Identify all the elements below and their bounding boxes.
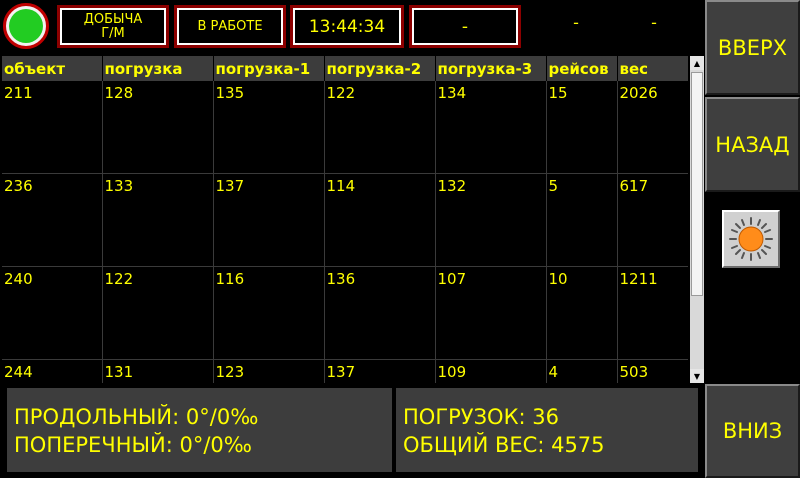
transverse-tilt: ПОПЕРЕЧНЫЙ: 0°/0‰ xyxy=(14,433,252,457)
table-cell: 15 xyxy=(546,81,618,174)
column-header[interactable]: рейсов xyxy=(546,56,618,81)
table-cell: 10 xyxy=(546,266,618,360)
table-cell: 244 xyxy=(2,359,103,383)
column-header[interactable]: погрузка-1 xyxy=(213,56,325,81)
status-dash-1: - xyxy=(573,13,579,32)
table-row[interactable]: 211 128 135 122 134 15 2026 xyxy=(2,81,688,174)
table-cell: 5 xyxy=(546,173,618,267)
scroll-down-arrow-icon[interactable]: ▼ xyxy=(690,369,704,383)
table-cell: 122 xyxy=(102,266,214,360)
clock-display: 13:44:34 xyxy=(308,16,386,37)
back-button-label: НАЗАД xyxy=(715,132,790,157)
table-row[interactable]: 236 133 137 114 132 5 617 xyxy=(2,173,688,267)
table-cell: 240 xyxy=(2,266,103,360)
column-header[interactable]: погрузка-2 xyxy=(324,56,436,81)
total-weight: ОБЩИЙ ВЕС: 4575 xyxy=(403,433,605,457)
status-dash-2: - xyxy=(651,13,657,32)
mode-box[interactable]: ДОБЫЧА Г/М xyxy=(57,5,169,48)
inclination-panel: ПРОДОЛЬНЫЙ: 0°/0‰ ПОПЕРЕЧНЫЙ: 0°/0‰ xyxy=(7,388,392,472)
status-indicator xyxy=(3,3,49,49)
scroll-up-arrow-icon[interactable]: ▲ xyxy=(690,56,704,70)
up-button-label: ВВЕРХ xyxy=(717,35,788,60)
table-cell: 503 xyxy=(617,359,688,383)
table-cell: 114 xyxy=(324,173,436,267)
table-cell: 109 xyxy=(435,359,547,383)
longitudinal-tilt: ПРОДОЛЬНЫЙ: 0°/0‰ xyxy=(14,405,259,429)
column-header[interactable]: погрузка xyxy=(102,56,214,81)
data-table: объект погрузка погрузка-1 погрузка-2 по… xyxy=(2,56,688,383)
mode-label: ДОБЫЧА Г/М xyxy=(83,11,143,41)
table-cell: 131 xyxy=(102,359,214,383)
table-cell: 116 xyxy=(213,266,325,360)
state-label: В РАБОТЕ xyxy=(197,18,263,34)
state-box[interactable]: В РАБОТЕ xyxy=(174,5,286,48)
table-cell: 2026 xyxy=(617,81,688,174)
down-button-label: ВНИЗ xyxy=(722,419,783,443)
table-cell: 617 xyxy=(617,173,688,267)
down-button[interactable]: ВНИЗ xyxy=(705,384,800,478)
table-cell: 137 xyxy=(324,359,436,383)
column-header[interactable]: погрузка-3 xyxy=(435,56,547,81)
table-cell: 107 xyxy=(435,266,547,360)
column-header[interactable]: вес xyxy=(617,56,688,81)
up-button[interactable]: ВВЕРХ xyxy=(705,0,800,95)
value-box: - xyxy=(409,5,521,48)
table-cell: 123 xyxy=(213,359,325,383)
column-header[interactable]: объект xyxy=(2,56,103,81)
table-cell: 135 xyxy=(213,81,325,174)
table-cell: 132 xyxy=(435,173,547,267)
table-cell: 211 xyxy=(2,81,103,174)
value-display: - xyxy=(461,16,469,37)
summary-panel: ПОГРУЗОК: 36 ОБЩИЙ ВЕС: 4575 xyxy=(396,388,698,472)
table-row[interactable]: 240 122 116 136 107 10 1211 xyxy=(2,266,688,360)
status-indicator-dot xyxy=(9,9,43,43)
back-button[interactable]: НАЗАД xyxy=(705,97,800,192)
table-cell: 128 xyxy=(102,81,214,174)
table-header-row: объект погрузка погрузка-1 погрузка-2 по… xyxy=(2,56,688,81)
table-scrollbar[interactable]: ▲ ▼ xyxy=(690,56,704,383)
sun-icon xyxy=(729,217,773,261)
scrollbar-thumb[interactable] xyxy=(691,72,703,296)
loads-count: ПОГРУЗОК: 36 xyxy=(403,405,559,429)
table-cell: 122 xyxy=(324,81,436,174)
brightness-button[interactable] xyxy=(722,210,780,268)
table-cell: 137 xyxy=(213,173,325,267)
table-cell: 1211 xyxy=(617,266,688,360)
table-cell: 236 xyxy=(2,173,103,267)
table-cell: 133 xyxy=(102,173,214,267)
data-table-container: объект погрузка погрузка-1 погрузка-2 по… xyxy=(2,56,688,383)
table-cell: 4 xyxy=(546,359,618,383)
table-cell: 134 xyxy=(435,81,547,174)
clock-box: 13:44:34 xyxy=(290,5,404,48)
table-row[interactable]: 244 131 123 137 109 4 503 xyxy=(2,359,688,383)
table-cell: 136 xyxy=(324,266,436,360)
